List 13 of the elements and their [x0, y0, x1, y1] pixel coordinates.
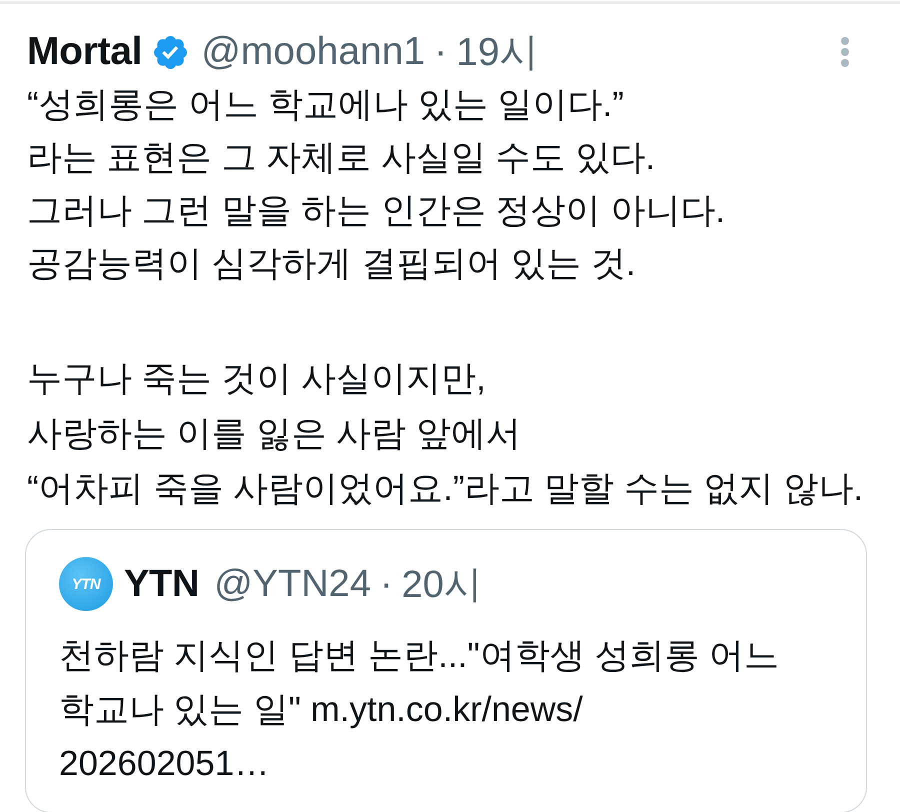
author-handle[interactable]: @YTN24: [214, 562, 371, 606]
quoted-post-text: 천하람 지식인 답변 논란..."여학생 성희롱 어느 학교나 있는 일" m.ytn.co.kr/news/ 202602051…: [59, 635, 780, 785]
separator-dot: ·: [434, 30, 448, 74]
tweet-paragraph: “성희롱은 어느 학교에나 있는 일이다.” 라는 표현은 그 자체로 사실일 수도 있다. 그러나 그런 말을 하는 인간은 정상이 아니다. 공감능력이 심각하게 결핍되어 있는 것.: [27, 84, 726, 285]
author-name[interactable]: Mortal: [27, 30, 142, 74]
author-handle[interactable]: @moohann1: [201, 30, 426, 74]
tweet-paragraph: 누구나 죽는 것이 사실이지만, 사랑하는 이를 잃은 사람 앞에서 “어차피 죽을 사람이었어요.”라고 말할 수는 없지 않나.: [27, 358, 864, 510]
author-name[interactable]: YTN: [124, 562, 200, 606]
separator-dot: ·: [380, 562, 393, 606]
quoted-post-card[interactable]: YTN YTN @YTN24 · 20시 천하람 지식인 답변 논란..."여학생 성희롱 어느 학교나 있는 일" m.ytn.co.kr/news/ 202602051…: [25, 529, 867, 812]
more-options-icon[interactable]: [841, 37, 849, 67]
post-time[interactable]: 20시: [402, 558, 482, 610]
post-time[interactable]: 19시: [456, 25, 539, 79]
